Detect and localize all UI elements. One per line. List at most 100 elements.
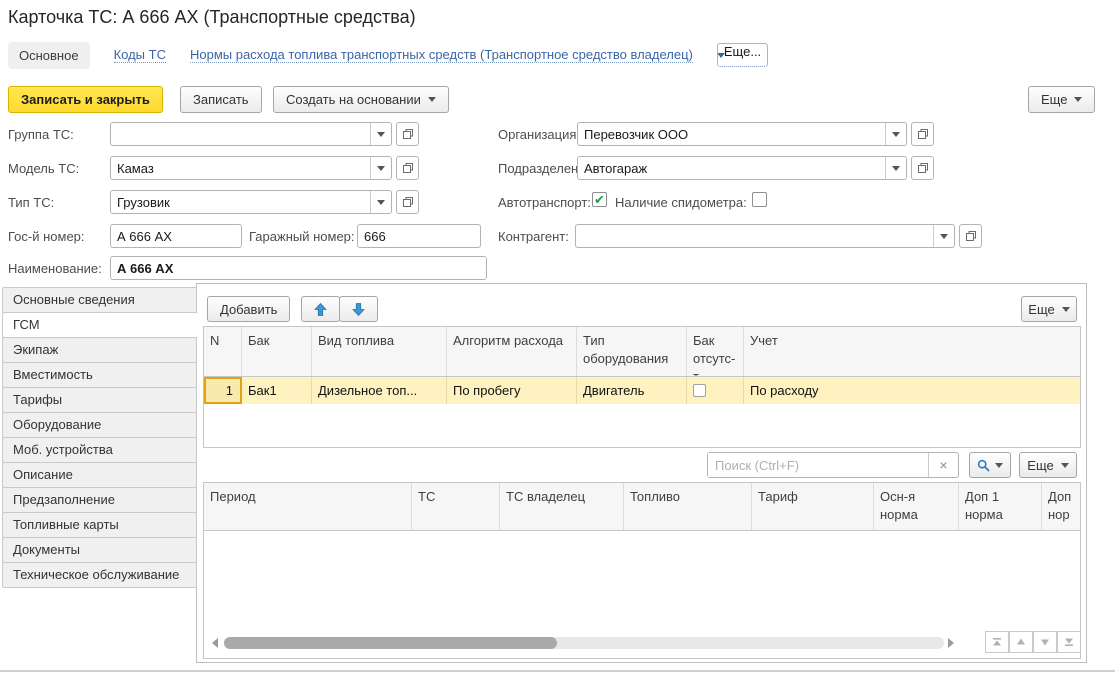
- type-open-button[interactable]: [396, 190, 419, 214]
- type-label: Тип ТС:: [8, 195, 54, 210]
- form-more-button[interactable]: Еще: [1028, 86, 1095, 113]
- contragent-dropdown[interactable]: [933, 225, 954, 247]
- speedometer-checkbox[interactable]: [752, 192, 767, 207]
- tank-absent-checkbox[interactable]: [693, 384, 706, 397]
- col-equipment-type[interactable]: Тип оборудования: [577, 327, 687, 376]
- nav-more-menu[interactable]: Еще...: [717, 53, 725, 58]
- tab-prefill[interactable]: Предзаполнение: [2, 487, 197, 513]
- col-period[interactable]: Период: [204, 483, 412, 530]
- open-link-icon: [917, 128, 929, 140]
- col-tank-absent[interactable]: Бак отсутс-т: [687, 327, 744, 376]
- garage-number-input[interactable]: [357, 224, 481, 248]
- chevron-down-icon: [377, 200, 385, 205]
- norms-more-button[interactable]: Еще: [1019, 452, 1077, 478]
- search-button[interactable]: [969, 452, 1011, 478]
- clear-search-button[interactable]: ×: [928, 453, 958, 477]
- cell-algorithm[interactable]: По пробегу: [447, 377, 577, 404]
- scroll-down-button[interactable]: [1033, 631, 1057, 653]
- create-based-on-button[interactable]: Создать на основании: [273, 86, 449, 113]
- department-input[interactable]: [578, 157, 885, 179]
- search-input[interactable]: [708, 453, 928, 477]
- col-fuel[interactable]: Топливо: [624, 483, 752, 530]
- tab-maintenance[interactable]: Техническое обслуживание: [2, 562, 197, 588]
- move-down-button[interactable]: [339, 296, 378, 322]
- organization-dropdown[interactable]: [885, 123, 906, 145]
- scroll-up-button[interactable]: [1009, 631, 1033, 653]
- state-number-input[interactable]: [110, 224, 242, 248]
- model-input[interactable]: [111, 157, 370, 179]
- type-combo[interactable]: [110, 190, 392, 214]
- contragent-open-button[interactable]: [959, 224, 982, 248]
- scroll-to-top-button[interactable]: [985, 631, 1009, 653]
- name-input[interactable]: [110, 256, 487, 280]
- contragent-combo[interactable]: [575, 224, 955, 248]
- group-combo[interactable]: [110, 122, 392, 146]
- link-fuel-norms[interactable]: Нормы расхода топлива транспортных средс…: [190, 47, 693, 63]
- group-dropdown[interactable]: [370, 123, 391, 145]
- col-tariff[interactable]: Тариф: [752, 483, 874, 530]
- tab-tariffs[interactable]: Тарифы: [2, 387, 197, 413]
- tab-documents[interactable]: Документы: [2, 537, 197, 563]
- tab-main-info[interactable]: Основные сведения: [2, 287, 197, 313]
- col-accounting[interactable]: Учет: [744, 327, 1080, 376]
- contragent-input[interactable]: [576, 225, 933, 247]
- scroll-bottom-icon: [1063, 637, 1075, 647]
- tab-fuel-cards[interactable]: Топливные карты: [2, 512, 197, 538]
- model-open-button[interactable]: [396, 156, 419, 180]
- vehicle-card-window: Карточка ТС: А 666 АХ (Транспортные сред…: [0, 0, 1115, 678]
- cell-n[interactable]: 1: [204, 377, 242, 404]
- group-open-button[interactable]: [396, 122, 419, 146]
- group-input[interactable]: [111, 123, 370, 145]
- save-button[interactable]: Записать: [180, 86, 262, 113]
- tab-description[interactable]: Описание: [2, 462, 197, 488]
- scrollbar-thumb[interactable]: [224, 637, 557, 649]
- move-up-button[interactable]: [301, 296, 340, 322]
- save-and-close-button[interactable]: Записать и закрыть: [8, 86, 163, 113]
- type-dropdown[interactable]: [370, 191, 391, 213]
- tanks-more-button[interactable]: Еще: [1021, 296, 1077, 322]
- scroll-to-bottom-button[interactable]: [1057, 631, 1081, 653]
- scroll-right-arrow[interactable]: [948, 638, 954, 648]
- col-n[interactable]: N: [204, 327, 242, 376]
- cell-equipment-type[interactable]: Двигатель: [577, 377, 687, 404]
- col-extra2-norm[interactable]: Доп нор: [1042, 483, 1080, 530]
- col-tank[interactable]: Бак: [242, 327, 312, 376]
- col-vehicle[interactable]: ТС: [412, 483, 500, 530]
- department-dropdown[interactable]: [885, 157, 906, 179]
- open-link-icon: [965, 230, 977, 242]
- link-vehicle-codes[interactable]: Коды ТС: [114, 47, 166, 63]
- col-extra1-norm[interactable]: Доп 1 норма: [959, 483, 1042, 530]
- cell-accounting[interactable]: По расходу: [744, 377, 1080, 404]
- organization-open-button[interactable]: [911, 122, 934, 146]
- scroll-left-arrow[interactable]: [212, 638, 218, 648]
- type-input[interactable]: [111, 191, 370, 213]
- search-control[interactable]: ×: [707, 452, 959, 478]
- organization-combo[interactable]: [577, 122, 907, 146]
- cell-tank[interactable]: Бак1: [242, 377, 312, 404]
- chevron-down-icon: [377, 166, 385, 171]
- cell-fuel-type[interactable]: Дизельное топ...: [312, 377, 447, 404]
- col-fuel-type[interactable]: Вид топлива: [312, 327, 447, 376]
- col-algorithm[interactable]: Алгоритм расхода: [447, 327, 577, 376]
- horizontal-scrollbar[interactable]: [224, 637, 944, 649]
- chevron-down-icon: [377, 132, 385, 137]
- tab-crew[interactable]: Экипаж: [2, 337, 197, 363]
- table-row[interactable]: 1 Бак1 Дизельное топ... По пробегу Двига…: [204, 377, 1080, 404]
- model-dropdown[interactable]: [370, 157, 391, 179]
- col-vehicle-owner[interactable]: ТС владелец: [500, 483, 624, 530]
- autotransport-checkbox[interactable]: ✔: [592, 192, 607, 207]
- tab-capacity[interactable]: Вместимость: [2, 362, 197, 388]
- garage-number-label: Гаражный номер:: [249, 229, 355, 244]
- department-combo[interactable]: [577, 156, 907, 180]
- tab-mobile-devices[interactable]: Моб. устройства: [2, 437, 197, 463]
- add-row-button[interactable]: Добавить: [207, 296, 290, 322]
- tab-main[interactable]: Основное: [8, 42, 90, 69]
- search-icon: [977, 459, 990, 472]
- tab-gsm[interactable]: ГСМ: [2, 312, 198, 338]
- model-combo[interactable]: [110, 156, 392, 180]
- organization-input[interactable]: [578, 123, 885, 145]
- cell-tank-absent[interactable]: [687, 377, 744, 404]
- department-open-button[interactable]: [911, 156, 934, 180]
- tab-equipment[interactable]: Оборудование: [2, 412, 197, 438]
- col-base-norm[interactable]: Осн-я норма: [874, 483, 959, 530]
